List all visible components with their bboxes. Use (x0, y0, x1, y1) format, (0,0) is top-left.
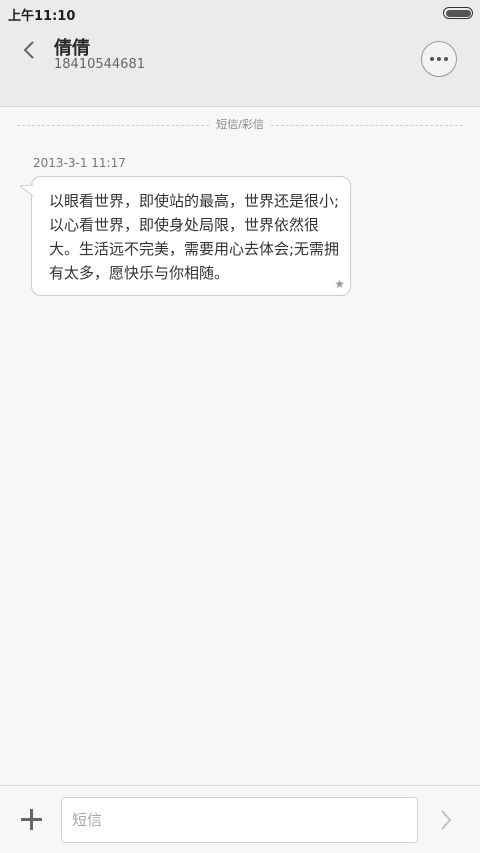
conversation-header: 倩倩 18410544681 (0, 26, 480, 107)
more-dots-icon (430, 57, 448, 61)
status-bar: 上午11:10 (0, 0, 480, 26)
status-time: 上午11:10 (8, 9, 76, 24)
more-button[interactable] (421, 41, 457, 77)
message-input[interactable] (61, 797, 418, 843)
sms-conversation-screen: 上午11:10 倩倩 18410544681 短信/彩信 2013-3-1 11… (0, 0, 480, 853)
contact-number: 18410544681 (54, 57, 145, 72)
bubble-tail (20, 184, 34, 197)
chevron-left-icon (23, 41, 34, 59)
add-attachment-button[interactable] (18, 806, 46, 834)
back-button[interactable] (14, 32, 46, 68)
message-bubble[interactable]: 以眼看世界，即使站的最高，世界还是很小;以心看世界，即使身处局限，世界依然很大。… (31, 176, 351, 296)
message-text: 以眼看世界，即使站的最高，世界还是很小;以心看世界，即使身处局限，世界依然很大。… (49, 192, 340, 282)
send-button[interactable] (438, 807, 462, 833)
star-icon: ★ (334, 277, 345, 291)
chevron-right-icon (441, 810, 452, 830)
battery-icon (443, 7, 473, 19)
message-timestamp: 2013-3-1 11:17 (33, 156, 126, 170)
compose-bar (0, 785, 480, 853)
message-type-label: 短信/彩信 (210, 117, 270, 133)
message-type-divider: 短信/彩信 (17, 117, 463, 133)
